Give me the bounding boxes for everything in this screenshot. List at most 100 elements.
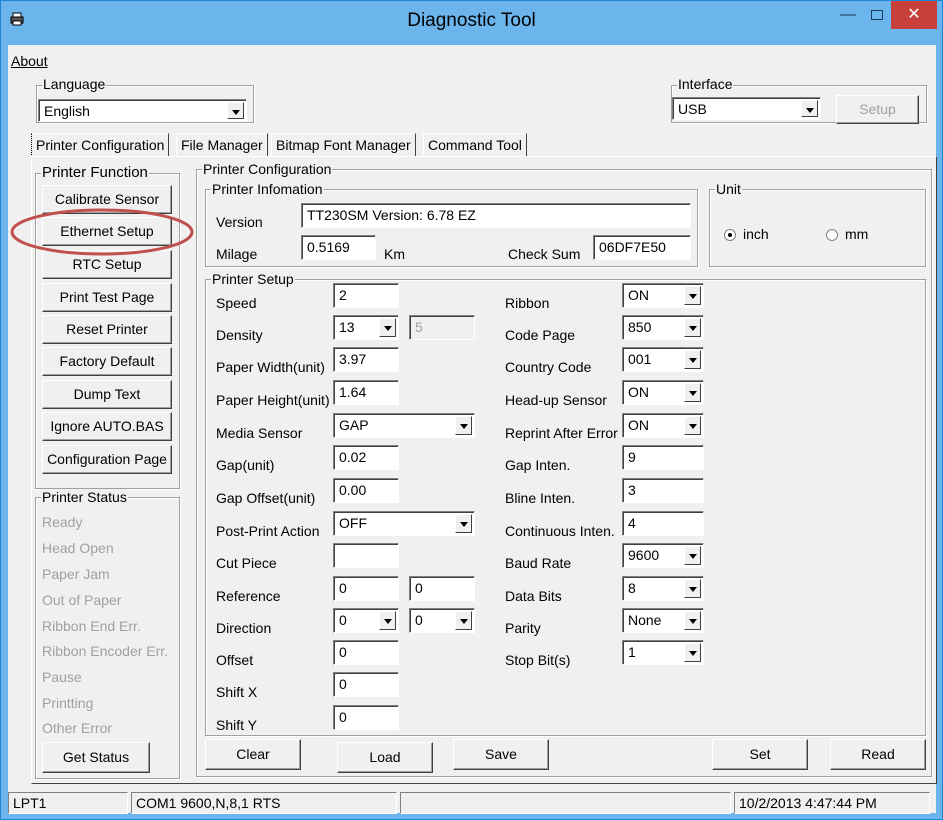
density-select[interactable]: 13 bbox=[333, 315, 399, 340]
chevron-down-icon[interactable] bbox=[379, 318, 396, 337]
clear-button[interactable]: Clear bbox=[205, 739, 301, 770]
version-field[interactable]: TT230SM Version: 6.78 EZ bbox=[301, 203, 691, 228]
set-button[interactable]: Set bbox=[712, 739, 808, 770]
chevron-down-icon[interactable] bbox=[684, 383, 701, 402]
chevron-down-icon[interactable] bbox=[227, 102, 244, 119]
gap-field[interactable]: 0.02 bbox=[333, 445, 399, 470]
stop-bits-select[interactable]: 1 bbox=[622, 640, 704, 665]
ribbon-select[interactable]: ON bbox=[622, 283, 704, 308]
tab-file-manager[interactable]: File Manager bbox=[176, 133, 268, 157]
reprint-after-error-select[interactable]: ON bbox=[622, 413, 704, 438]
milage-field[interactable]: 0.5169 bbox=[301, 235, 376, 260]
chevron-down-icon[interactable] bbox=[455, 514, 472, 533]
chevron-down-icon[interactable] bbox=[801, 100, 818, 117]
save-button[interactable]: Save bbox=[453, 739, 549, 770]
get-status-button[interactable]: Get Status bbox=[42, 742, 150, 773]
read-button[interactable]: Read bbox=[830, 739, 926, 770]
gap-inten-label: Gap Inten. bbox=[505, 457, 571, 473]
chevron-down-icon[interactable] bbox=[684, 286, 701, 305]
gap-inten-field[interactable]: 9 bbox=[622, 445, 704, 470]
unit-mm-radio[interactable] bbox=[826, 229, 838, 241]
chevron-down-icon[interactable] bbox=[684, 416, 701, 435]
country-code-select[interactable]: 001 bbox=[622, 347, 704, 372]
tab-printer-configuration[interactable]: Printer Configuration bbox=[31, 133, 170, 157]
country-code-value: 001 bbox=[628, 351, 652, 367]
baud-rate-select[interactable]: 9600 bbox=[622, 543, 704, 568]
language-group-title: Language bbox=[42, 76, 107, 92]
unit-title: Unit bbox=[715, 181, 742, 197]
data-bits-label: Data Bits bbox=[505, 588, 562, 604]
cut-piece-label: Cut Piece bbox=[216, 555, 277, 571]
chevron-down-icon[interactable] bbox=[684, 546, 701, 565]
reprint-after-error-value: ON bbox=[628, 417, 649, 433]
interface-select[interactable]: USB bbox=[672, 97, 821, 120]
direction-b-select[interactable]: 0 bbox=[409, 608, 475, 633]
shift-x-field[interactable]: 0 bbox=[333, 672, 399, 697]
speed-field[interactable]: 2 bbox=[333, 283, 399, 308]
offset-field[interactable]: 0 bbox=[333, 640, 399, 665]
baud-rate-value: 9600 bbox=[628, 547, 660, 563]
interface-group-title: Interface bbox=[677, 76, 734, 92]
direction-a-value: 0 bbox=[339, 612, 347, 628]
cut-piece-field[interactable] bbox=[333, 543, 399, 568]
paper-width-field[interactable]: 3.97 bbox=[333, 347, 399, 372]
density-label: Density bbox=[216, 327, 263, 343]
bline-inten-field[interactable]: 3 bbox=[622, 478, 704, 503]
print-test-page-button[interactable]: Print Test Page bbox=[42, 283, 172, 312]
head-up-sensor-select[interactable]: ON bbox=[622, 380, 704, 405]
continuous-inten-field[interactable]: 4 bbox=[622, 511, 704, 536]
reference-x-field[interactable]: 0 bbox=[333, 576, 399, 601]
unit-inch-radio[interactable] bbox=[724, 229, 736, 241]
minimize-button[interactable]: — bbox=[833, 1, 863, 29]
chevron-down-icon[interactable] bbox=[684, 611, 701, 630]
dump-text-button[interactable]: Dump Text bbox=[42, 380, 172, 409]
chevron-down-icon[interactable] bbox=[684, 643, 701, 662]
gap-offset-field[interactable]: 0.00 bbox=[333, 478, 399, 503]
chevron-down-icon[interactable] bbox=[684, 350, 701, 369]
milage-label: Milage bbox=[216, 246, 258, 262]
chevron-down-icon[interactable] bbox=[455, 611, 472, 630]
shift-y-field[interactable]: 0 bbox=[333, 705, 399, 730]
chevron-down-icon[interactable] bbox=[379, 611, 396, 630]
stop-bits-value: 1 bbox=[628, 644, 636, 660]
ribbon-value: ON bbox=[628, 287, 649, 303]
tab-bitmap-font-manager[interactable]: Bitmap Font Manager bbox=[271, 133, 416, 157]
menu-about[interactable]: About bbox=[11, 53, 48, 69]
parity-select[interactable]: None bbox=[622, 608, 704, 633]
density-value: 13 bbox=[339, 319, 355, 335]
gap-label: Gap(unit) bbox=[216, 457, 275, 473]
factory-default-button[interactable]: Factory Default bbox=[42, 347, 172, 376]
interface-setup-button[interactable]: Setup bbox=[836, 95, 919, 124]
reference-y-field[interactable]: 0 bbox=[409, 576, 475, 601]
client-area: About Language English Interface USB Set… bbox=[8, 45, 937, 814]
direction-a-select[interactable]: 0 bbox=[333, 608, 399, 633]
unit-mm-label: mm bbox=[845, 226, 869, 242]
reset-printer-button[interactable]: Reset Printer bbox=[42, 315, 172, 344]
printer-status-title: Printer Status bbox=[41, 489, 128, 505]
code-page-select[interactable]: 850 bbox=[622, 315, 704, 340]
title-bar[interactable]: Diagnostic Tool — ✕ bbox=[1, 1, 942, 45]
ignore-autobas-button[interactable]: Ignore AUTO.BAS bbox=[42, 412, 172, 441]
maximize-icon bbox=[871, 10, 883, 20]
chevron-down-icon[interactable] bbox=[455, 416, 472, 435]
close-icon: ✕ bbox=[907, 6, 921, 23]
close-button[interactable]: ✕ bbox=[891, 1, 937, 29]
tab-command-tool[interactable]: Command Tool bbox=[423, 133, 527, 157]
checksum-field[interactable]: 06DF7E50 bbox=[593, 235, 691, 260]
code-page-label: Code Page bbox=[505, 327, 576, 343]
parity-label: Parity bbox=[505, 620, 541, 636]
configuration-page-button[interactable]: Configuration Page bbox=[42, 445, 172, 474]
paper-height-field[interactable]: 1.64 bbox=[333, 380, 399, 405]
chevron-down-icon[interactable] bbox=[684, 318, 701, 337]
media-sensor-value: GAP bbox=[339, 417, 369, 433]
post-print-action-value: OFF bbox=[339, 515, 367, 531]
maximize-button[interactable] bbox=[863, 1, 891, 29]
post-print-action-select[interactable]: OFF bbox=[333, 511, 475, 536]
load-button[interactable]: Load bbox=[337, 742, 433, 773]
media-sensor-select[interactable]: GAP bbox=[333, 413, 475, 438]
status-other-error: Other Error bbox=[42, 720, 113, 736]
data-bits-select[interactable]: 8 bbox=[622, 576, 704, 601]
language-select[interactable]: English bbox=[38, 99, 247, 122]
printer-function-title: Printer Function bbox=[41, 164, 149, 181]
chevron-down-icon[interactable] bbox=[684, 579, 701, 598]
